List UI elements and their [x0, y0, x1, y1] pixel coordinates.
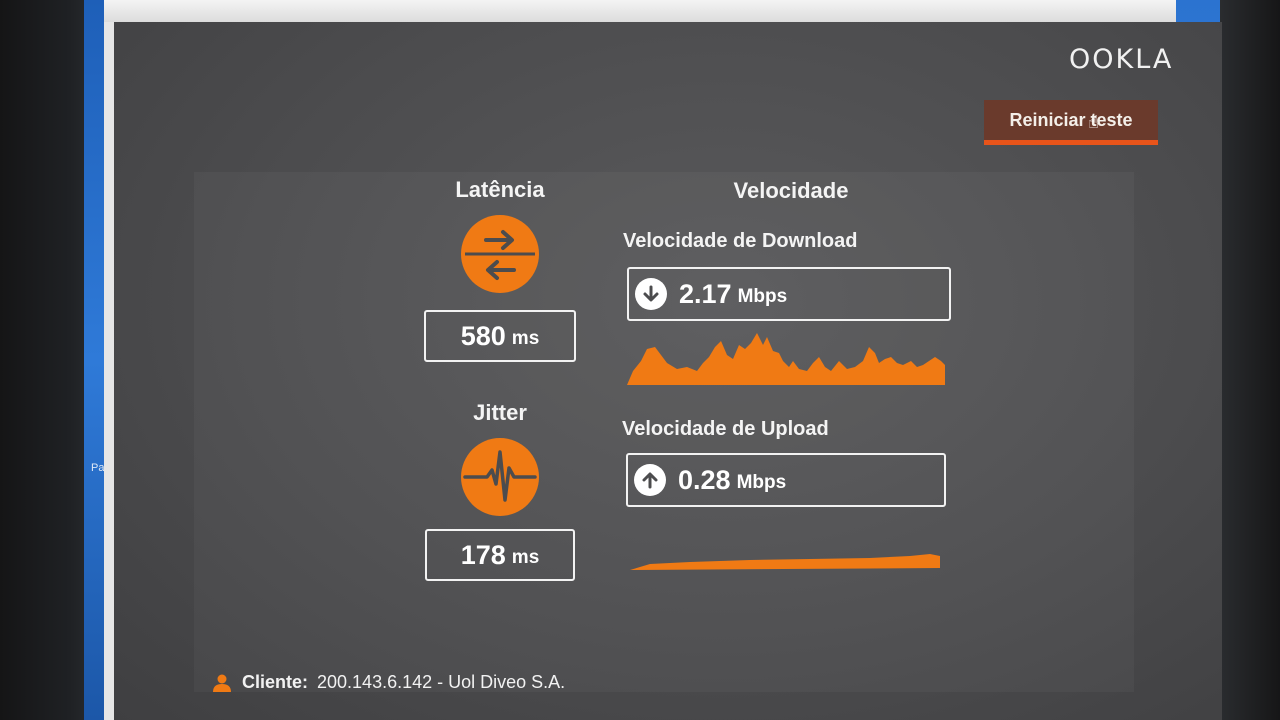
pulse-icon [461, 438, 539, 516]
speedtest-app: OOKLA Reiniciar teste ☝ Latência 580 ms … [114, 22, 1222, 720]
client-info: Cliente: 200.143.6.142 - Uol Diveo S.A. [212, 672, 565, 693]
download-speed-graph [627, 333, 945, 385]
download-label: Velocidade de Download [623, 230, 858, 252]
latency-arrows-icon [461, 215, 539, 293]
desktop-icon-label: Pa [91, 462, 105, 474]
latency-value: 580 [460, 320, 506, 351]
arrow-down-icon [635, 278, 667, 310]
download-value-box: 2.17 Mbps [627, 267, 951, 321]
latency-value-box: 580 ms [424, 310, 576, 362]
upload-speed-graph [630, 554, 940, 570]
speed-title: Velocidade [733, 178, 849, 203]
jitter-title: Jitter [473, 400, 527, 425]
client-value: 200.143.6.142 - Uol Diveo S.A. [317, 672, 566, 692]
upload-value: 0.28 [678, 464, 731, 495]
monitor-bezel-right [1220, 0, 1280, 720]
jitter-value: 178 [460, 539, 506, 570]
jitter-value-box: 178 ms [425, 529, 575, 581]
latency-title: Latência [455, 177, 545, 202]
arrow-up-icon [634, 464, 666, 496]
upload-label: Velocidade de Upload [622, 418, 829, 440]
restart-test-button[interactable]: Reiniciar teste [984, 100, 1158, 145]
latency-unit: ms [511, 327, 540, 349]
person-icon [213, 674, 231, 692]
download-value: 2.17 [679, 278, 732, 309]
upload-value-box: 0.28 Mbps [626, 453, 946, 507]
browser-toolbar [104, 0, 1224, 22]
client-label: Cliente: [242, 672, 309, 692]
download-unit: Mbps [737, 285, 788, 307]
ookla-logo: OOKLA [1069, 44, 1174, 75]
hand-cursor-icon: ☝ [1088, 112, 1099, 132]
upload-unit: Mbps [736, 471, 787, 493]
jitter-unit: ms [511, 546, 540, 568]
